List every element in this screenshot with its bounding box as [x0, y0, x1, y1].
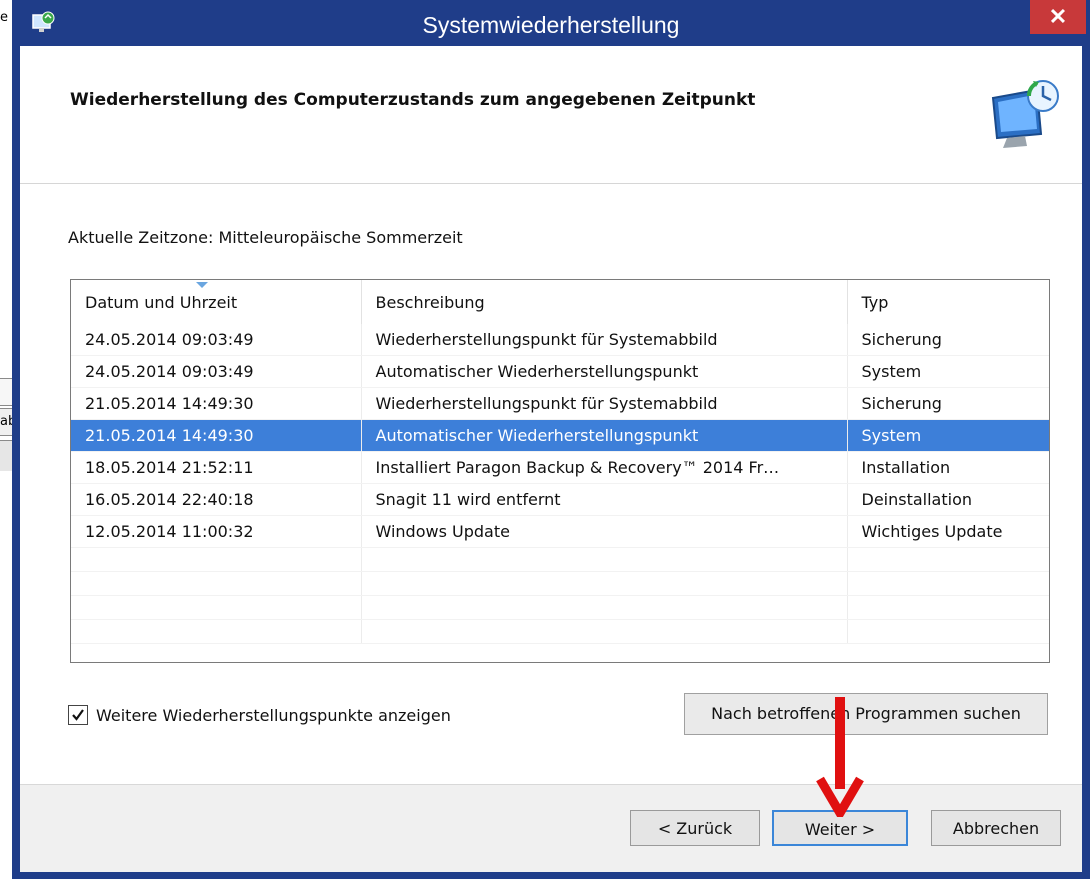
checkbox[interactable]	[68, 705, 88, 725]
cell-date: 24.05.2014 09:03:49	[71, 324, 362, 356]
sort-arrow-icon	[196, 282, 208, 288]
table-row[interactable]: 12.05.2014 11:00:32 Windows Update Wicht…	[71, 515, 1049, 548]
cancel-button[interactable]: Abbrechen	[931, 810, 1061, 846]
table-header-row: Datum und Uhrzeit Beschreibung Typ	[71, 280, 1049, 324]
table-row[interactable]: 24.05.2014 09:03:49 Wiederherstellungspu…	[71, 324, 1049, 356]
restore-points-table[interactable]: Datum und Uhrzeit Beschreibung Typ 24.05…	[70, 279, 1050, 663]
table-row[interactable]: 21.05.2014 14:49:30 Wiederherstellungspu…	[71, 387, 1049, 420]
background-window-text: e	[0, 10, 8, 25]
table-row[interactable]: 18.05.2014 21:52:11 Installiert Paragon …	[71, 451, 1049, 484]
cell-date: 24.05.2014 09:03:49	[71, 355, 362, 388]
back-button[interactable]: < Zurück	[630, 810, 760, 846]
empty-cell	[847, 571, 1049, 596]
cell-date: 12.05.2014 11:00:32	[71, 515, 362, 548]
empty-row	[71, 571, 1049, 596]
cell-description: Installiert Paragon Backup & Recovery™ 2…	[361, 451, 848, 484]
cell-type: Sicherung	[847, 387, 1049, 420]
empty-cell	[361, 571, 848, 596]
empty-row	[71, 595, 1049, 620]
dialog-client-area: Wiederherstellung des Computerzustands z…	[20, 46, 1082, 872]
cell-description: Automatischer Wiederherstellungspunkt	[361, 355, 848, 388]
system-restore-dialog: Systemwiederherstellung ✕ Wiederherstell…	[12, 0, 1090, 879]
empty-cell	[71, 619, 362, 644]
empty-cell	[847, 547, 1049, 572]
cell-description: Wiederherstellungspunkt für Systemabbild	[361, 387, 848, 420]
cell-description: Windows Update	[361, 515, 848, 548]
checkbox-label: Weitere Wiederherstellungspunkte anzeige…	[96, 705, 451, 725]
cell-date: 16.05.2014 22:40:18	[71, 483, 362, 516]
cell-description: Snagit 11 wird entfernt	[361, 483, 848, 516]
cell-date: 21.05.2014 14:49:30	[71, 387, 362, 420]
cell-type: Sicherung	[847, 324, 1049, 356]
table-row[interactable]: 16.05.2014 22:40:18 Snagit 11 wird entfe…	[71, 483, 1049, 516]
empty-cell	[71, 571, 362, 596]
dialog-footer: < Zurück Weiter > Abbrechen	[20, 784, 1082, 872]
cell-description: Wiederherstellungspunkt für Systemabbild	[361, 324, 848, 356]
column-header-type[interactable]: Typ	[847, 280, 1049, 324]
empty-cell	[71, 595, 362, 620]
search-affected-programs-button[interactable]: Nach betroffenen Programmen suchen	[684, 693, 1048, 735]
more-restore-points-checkbox[interactable]: Weitere Wiederherstellungspunkte anzeige…	[68, 705, 451, 725]
empty-cell	[847, 619, 1049, 644]
window-title: Systemwiederherstellung	[422, 12, 680, 38]
empty-row	[71, 547, 1049, 572]
checkmark-icon	[72, 709, 84, 721]
empty-cell	[361, 619, 848, 644]
empty-cell	[71, 547, 362, 572]
system-restore-header-icon	[991, 80, 1059, 148]
cell-type: Deinstallation	[847, 483, 1049, 516]
empty-cell	[361, 547, 848, 572]
red-arrow-annotation-icon	[816, 697, 864, 817]
table-row[interactable]: 24.05.2014 09:03:49 Automatischer Wieder…	[71, 355, 1049, 388]
close-button[interactable]: ✕	[1030, 0, 1086, 34]
cell-type: Wichtiges Update	[847, 515, 1049, 548]
column-header-description[interactable]: Beschreibung	[361, 280, 848, 324]
column-header-date-label: Datum und Uhrzeit	[85, 292, 238, 312]
table-row-selected[interactable]: 21.05.2014 14:49:30 Automatischer Wieder…	[71, 419, 1049, 452]
title-bar[interactable]: Systemwiederherstellung ✕	[12, 0, 1090, 46]
cell-date: 21.05.2014 14:49:30	[71, 419, 362, 452]
cell-type: System	[847, 419, 1049, 452]
empty-row	[71, 619, 1049, 644]
page-heading: Wiederherstellung des Computerzustands z…	[70, 90, 756, 110]
cell-description: Automatischer Wiederherstellungspunkt	[361, 419, 848, 452]
dialog-header: Wiederherstellung des Computerzustands z…	[20, 46, 1082, 184]
cell-date: 18.05.2014 21:52:11	[71, 451, 362, 484]
empty-cell	[361, 595, 848, 620]
empty-cell	[847, 595, 1049, 620]
cell-type: System	[847, 355, 1049, 388]
column-header-date[interactable]: Datum und Uhrzeit	[71, 280, 362, 324]
cell-type: Installation	[847, 451, 1049, 484]
timezone-label: Aktuelle Zeitzone: Mitteleuropäische Som…	[68, 228, 463, 247]
dialog-content: Aktuelle Zeitzone: Mitteleuropäische Som…	[20, 184, 1082, 784]
